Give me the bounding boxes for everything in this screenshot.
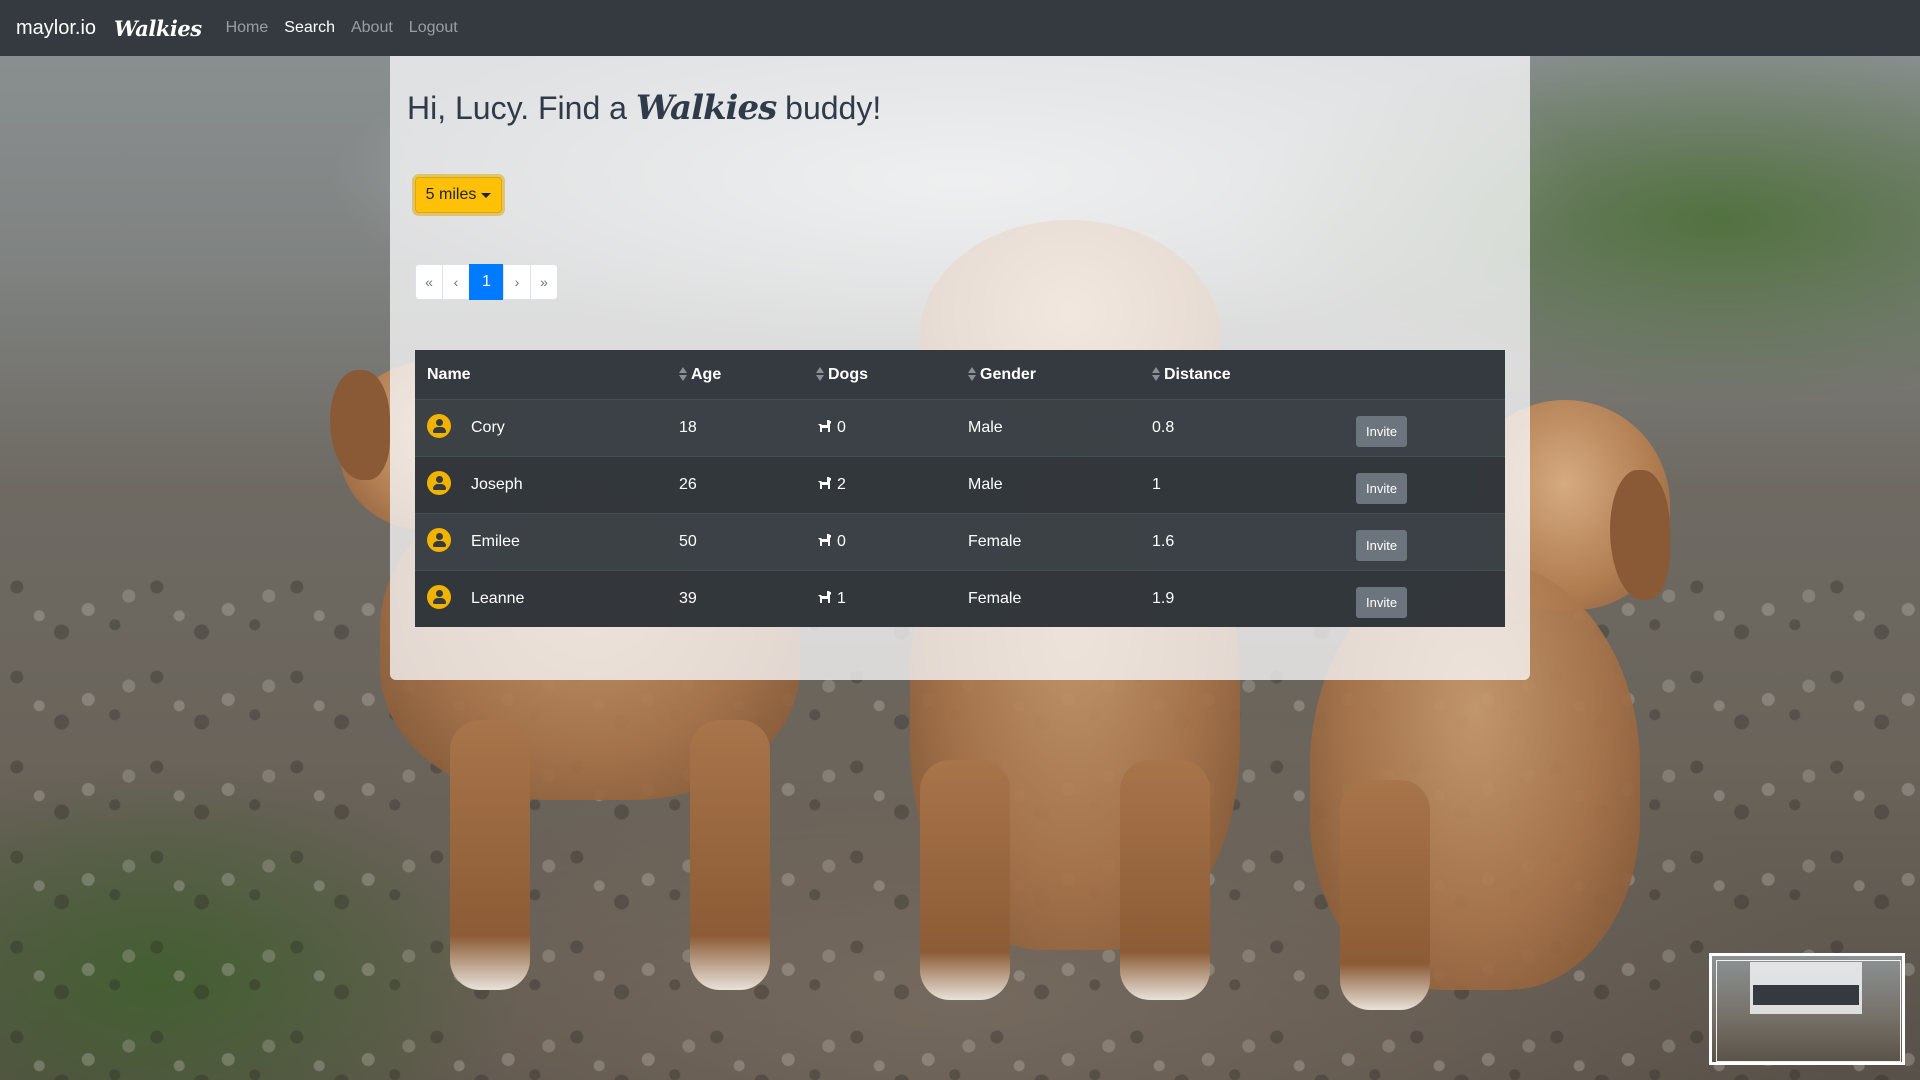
cell-age: 26 — [667, 456, 804, 514]
puppy-left-leg — [450, 720, 530, 990]
title-prefix: Hi, Lucy. Find a — [407, 90, 627, 126]
page-last-button[interactable]: » — [530, 264, 558, 300]
column-header-label: Age — [691, 365, 722, 383]
nav-link-home[interactable]: Home — [218, 19, 277, 37]
cell-distance: 1.6 — [1140, 513, 1344, 571]
dog-count: 0 — [837, 533, 846, 550]
dog-icon — [818, 419, 831, 432]
cell-gender: Female — [956, 513, 1140, 571]
cell-age: 18 — [667, 399, 804, 457]
column-header-name[interactable]: Name — [415, 350, 667, 400]
page-prev-button[interactable]: ‹ — [442, 264, 470, 300]
column-header-gender[interactable]: Gender — [956, 350, 1140, 400]
page-minimap[interactable] — [1709, 953, 1905, 1065]
column-header-label: Name — [427, 365, 471, 383]
column-header-age[interactable]: Age — [667, 350, 804, 400]
cell-name: Joseph — [415, 456, 667, 514]
table-header-row: Name Age Dogs Gender Distance — [415, 350, 1505, 400]
cell-dogs: 0 — [804, 399, 956, 457]
column-header-dogs[interactable]: Dogs — [804, 350, 956, 400]
invite-button[interactable]: Invite — [1356, 586, 1408, 618]
invite-button[interactable]: Invite — [1356, 472, 1408, 504]
cell-action: Invite — [1344, 570, 1505, 627]
cell-action: Invite — [1344, 399, 1505, 457]
column-header-label: Dogs — [828, 365, 868, 383]
puppy-right-leg — [1340, 780, 1430, 1010]
column-header-distance[interactable]: Distance — [1140, 350, 1344, 400]
column-header-actions — [1344, 350, 1505, 400]
minimap-viewport — [1716, 960, 1901, 1062]
sort-icon — [1152, 367, 1161, 382]
user-name: Joseph — [471, 476, 523, 494]
page-title: Hi, Lucy. Find a Walkies buddy! — [407, 88, 881, 128]
brand-link[interactable]: maylor.io — [16, 17, 96, 40]
puppy-middle-leg — [920, 760, 1010, 1000]
buddies-table: Name Age Dogs Gender Distance Cory 18 0 … — [415, 350, 1505, 627]
cell-name: Emilee — [415, 513, 667, 571]
caret-down-icon — [481, 192, 492, 198]
dog-count: 0 — [837, 419, 846, 436]
puppy-middle-leg — [1120, 760, 1210, 1000]
cell-dogs: 0 — [804, 513, 956, 571]
cell-name: Leanne — [415, 570, 667, 627]
invite-button[interactable]: Invite — [1356, 529, 1408, 561]
page-current-button[interactable]: 1 — [469, 264, 504, 300]
walkies-logo[interactable]: Walkies — [114, 16, 202, 41]
sort-icon — [968, 367, 977, 382]
user-name: Leanne — [471, 590, 525, 608]
table-row: Joseph 26 2 Male 1 Invite — [415, 456, 1505, 514]
nav-link-logout[interactable]: Logout — [401, 19, 466, 37]
page-first-button[interactable]: « — [415, 264, 443, 300]
dog-icon — [818, 590, 831, 603]
table-row: Emilee 50 0 Female 1.6 Invite — [415, 513, 1505, 571]
nav-link-about[interactable]: About — [343, 19, 401, 37]
cell-dogs: 2 — [804, 456, 956, 514]
cell-distance: 1 — [1140, 456, 1344, 514]
cell-age: 39 — [667, 570, 804, 627]
cell-distance: 1.9 — [1140, 570, 1344, 627]
cell-distance: 0.8 — [1140, 399, 1344, 457]
sort-icon — [679, 367, 688, 382]
cell-dogs: 1 — [804, 570, 956, 627]
nav-link-search[interactable]: Search — [276, 19, 343, 37]
top-navbar: maylor.io Walkies Home Search About Logo… — [0, 0, 1920, 56]
title-brand-word: Walkies — [635, 88, 777, 128]
table-row: Cory 18 0 Male 0.8 Invite — [415, 399, 1505, 457]
search-card: Hi, Lucy. Find a Walkies buddy! 5 miles … — [390, 56, 1530, 680]
title-suffix: buddy! — [785, 90, 882, 126]
user-circle-icon — [427, 528, 451, 552]
user-circle-icon — [427, 414, 451, 438]
user-name: Cory — [471, 419, 505, 437]
cell-age: 50 — [667, 513, 804, 571]
invite-button[interactable]: Invite — [1356, 415, 1408, 447]
column-header-label: Gender — [980, 365, 1037, 383]
user-name: Emilee — [471, 533, 520, 551]
cell-action: Invite — [1344, 456, 1505, 514]
dog-icon — [818, 533, 831, 546]
user-circle-icon — [427, 585, 451, 609]
dog-icon — [818, 476, 831, 489]
cell-gender: Female — [956, 570, 1140, 627]
nav-links: Home Search About Logout — [218, 19, 466, 37]
pagination: « ‹ 1 › » — [415, 264, 558, 300]
dog-count: 2 — [837, 476, 846, 493]
cell-action: Invite — [1344, 513, 1505, 571]
puppy-left-ear — [330, 370, 390, 480]
table-row: Leanne 39 1 Female 1.9 Invite — [415, 570, 1505, 627]
cell-gender: Male — [956, 456, 1140, 514]
distance-dropdown-label: 5 miles — [425, 186, 477, 203]
distance-dropdown-button[interactable]: 5 miles — [415, 177, 502, 213]
cell-name: Cory — [415, 399, 667, 457]
puppy-left-leg — [690, 720, 770, 990]
cell-gender: Male — [956, 399, 1140, 457]
sort-icon — [816, 367, 825, 382]
column-header-label: Distance — [1164, 365, 1231, 383]
page-next-button[interactable]: › — [503, 264, 531, 300]
user-circle-icon — [427, 471, 451, 495]
dog-count: 1 — [837, 590, 846, 607]
